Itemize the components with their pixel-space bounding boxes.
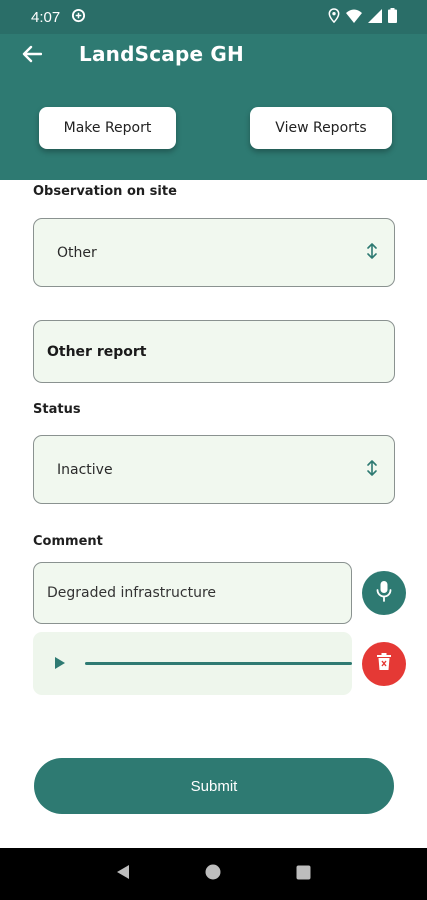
other-report-field[interactable]: Other report — [33, 320, 395, 383]
status-right — [328, 7, 397, 27]
comment-label: Comment — [33, 534, 103, 549]
battery-icon — [388, 7, 397, 27]
audio-progress-track[interactable] — [85, 662, 352, 665]
submit-button[interactable]: Submit — [34, 758, 394, 814]
up-down-arrows-icon — [366, 459, 378, 481]
observation-value: Other — [57, 244, 97, 261]
microphone-icon — [376, 580, 392, 606]
wifi-icon — [346, 8, 362, 27]
system-nav-bar — [0, 848, 427, 900]
app-header: LandScape GH Make Report View Reports — [0, 34, 427, 180]
nav-recents-button[interactable] — [289, 859, 319, 889]
signal-icon — [368, 8, 382, 27]
other-report-value: Other report — [47, 343, 147, 360]
nav-home-button[interactable] — [198, 859, 228, 889]
up-down-arrows-icon — [366, 242, 378, 264]
location-icon — [328, 7, 340, 27]
comment-field[interactable]: Degraded infrastructure — [33, 562, 352, 624]
recents-square-icon — [296, 865, 311, 884]
comment-value: Degraded infrastructure — [47, 585, 217, 601]
record-button[interactable] — [362, 571, 406, 615]
delete-recording-button[interactable] — [362, 642, 406, 686]
back-button[interactable] — [18, 44, 46, 68]
status-bar: 4:07 — [0, 0, 427, 34]
audio-player — [33, 632, 352, 695]
play-button[interactable] — [51, 655, 69, 673]
status-time: 4:07 — [31, 8, 61, 26]
status-select[interactable]: Inactive — [33, 435, 395, 504]
observation-label: Observation on site — [33, 184, 177, 199]
status-left: 4:07 — [31, 8, 86, 27]
status-label: Status — [33, 402, 81, 417]
arrow-left-icon — [22, 45, 43, 67]
page-title: LandScape GH — [79, 42, 244, 66]
make-report-button[interactable]: Make Report — [39, 107, 176, 149]
nav-back-button[interactable] — [108, 859, 138, 889]
back-triangle-icon — [116, 864, 130, 884]
view-reports-button[interactable]: View Reports — [250, 107, 392, 149]
home-circle-icon — [205, 864, 221, 884]
status-value: Inactive — [57, 461, 113, 478]
observation-select[interactable]: Other — [33, 218, 395, 287]
play-icon — [54, 655, 66, 674]
data-saver-icon — [71, 8, 86, 27]
trash-icon — [376, 653, 392, 675]
